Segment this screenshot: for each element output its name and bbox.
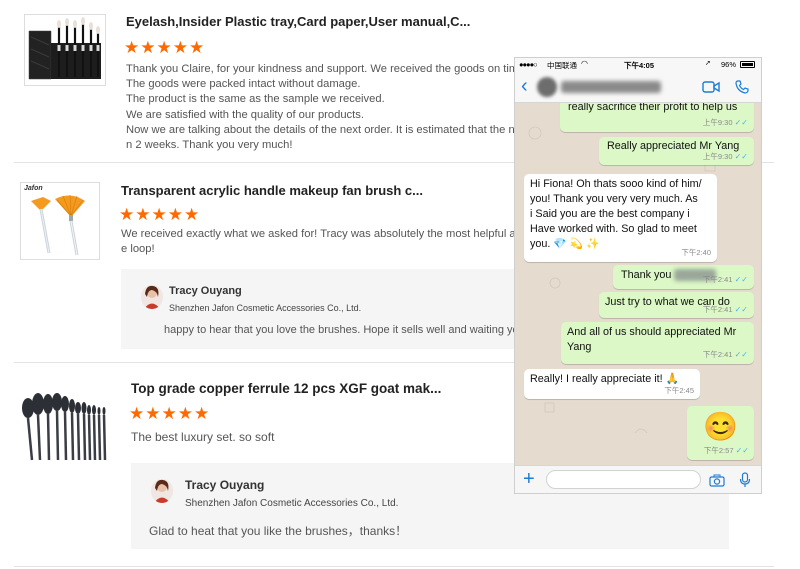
- outgoing-message[interactable]: Really appreciated Mr Yang 上午9:30 ✓✓: [599, 137, 754, 165]
- seller-company: Shenzhen Jafon Cosmetic Accessories Co.,…: [185, 498, 399, 509]
- message-time: 上午9:30 ✓✓: [702, 118, 748, 127]
- review-line: n 2 weeks. Thank you very much!: [126, 139, 293, 152]
- message-line: Have worked with. So glad to meet: [530, 223, 697, 235]
- seller-name: Tracy Ouyang: [169, 285, 242, 297]
- wifi-icon: ◠: [581, 59, 588, 68]
- product-thumbnail-eyelash-kit[interactable]: [24, 14, 106, 86]
- outgoing-message[interactable]: And all of us should appreciated Mr Yang…: [561, 322, 754, 364]
- back-chevron-icon[interactable]: ‹: [521, 75, 528, 98]
- review-line: e loop!: [121, 243, 155, 256]
- review-text: We received exactly what we asked for! T…: [121, 227, 537, 257]
- battery-level: 96%: [721, 60, 737, 69]
- message-time: 下午2:40: [681, 248, 711, 257]
- review-product-title[interactable]: Eyelash,Insider Plastic tray,Card paper,…: [126, 14, 470, 29]
- clock: 下午4:05: [624, 61, 655, 70]
- review-text: The best luxury set. so soft: [131, 430, 275, 444]
- message-time: 下午2:41 ✓✓: [702, 275, 748, 284]
- rating-stars: ★★★★★: [124, 38, 206, 57]
- phone-call-icon[interactable]: [735, 80, 749, 94]
- brush-set-image: [22, 393, 107, 461]
- incoming-message[interactable]: Really! I really appreciate it! 🙏 下午2:45: [524, 369, 700, 399]
- seller-reply-text: Glad to heat that you like the brushes，t…: [149, 524, 408, 538]
- chat-header: ‹: [515, 72, 761, 103]
- video-call-icon[interactable]: [702, 81, 720, 93]
- review-line: The goods were packed intact without dam…: [126, 78, 361, 91]
- microphone-icon[interactable]: [739, 472, 751, 488]
- message-input-bar: +: [515, 465, 761, 493]
- read-ticks-icon: ✓✓: [734, 305, 748, 314]
- message-input[interactable]: [546, 470, 701, 489]
- chat-messages[interactable]: really sacrifice their profit to help us…: [515, 103, 761, 465]
- read-ticks-icon: ✓✓: [735, 446, 749, 455]
- incoming-message[interactable]: Hi Fiona! Oh thats sooo kind of him/ you…: [524, 174, 717, 262]
- phone-status-bar: ●●●●○ 中国联通 ◠ 下午4:05 ➚ 96%: [515, 58, 761, 72]
- review-product-title[interactable]: Top grade copper ferrule 12 pcs XGF goat…: [131, 381, 441, 396]
- read-ticks-icon: ✓✓: [734, 350, 748, 359]
- read-ticks-icon: ✓✓: [734, 152, 748, 161]
- message-line: i Said you are the best company i: [530, 208, 690, 220]
- message-text: really sacrifice their profit to help us: [568, 103, 738, 113]
- message-time: 下午2:45: [664, 386, 694, 395]
- rating-stars: ★★★★★: [129, 404, 211, 423]
- message-time: 上午9:30 ✓✓: [702, 152, 748, 161]
- camera-icon[interactable]: [709, 474, 725, 487]
- message-line: And all of us should appreciated Mr: [567, 326, 737, 338]
- seller-avatar: [151, 479, 173, 503]
- outgoing-message[interactable]: Thank you 下午2:41 ✓✓: [613, 265, 754, 289]
- plus-icon[interactable]: +: [523, 468, 535, 491]
- fan-brush-image: [31, 194, 85, 256]
- seller-name: Tracy Ouyang: [185, 478, 265, 492]
- review-divider: [14, 566, 774, 567]
- contact-avatar[interactable]: [537, 77, 557, 97]
- location-icon: ➚: [705, 60, 711, 67]
- review-text: Thank you Claire, for your kindness and …: [126, 62, 519, 153]
- message-line: you! Thank you very very much. As: [530, 193, 698, 205]
- brush-kit-image: [28, 17, 101, 80]
- message-text: Really! I really appreciate it! 🙏: [530, 373, 680, 385]
- message-line: Hi Fiona! Oh thats sooo kind of him/: [530, 178, 702, 190]
- message-time: 下午2:41 ✓✓: [702, 305, 748, 314]
- whatsapp-chat-screenshot: ●●●●○ 中国联通 ◠ 下午4:05 ➚ 96% ‹ really sacri…: [514, 57, 762, 494]
- jafon-logo: Jafon: [24, 185, 43, 192]
- message-time: 下午2:57 ✓✓: [703, 446, 749, 455]
- product-thumbnail-copper-brush-set[interactable]: [20, 368, 108, 466]
- product-thumbnail-fan-brush[interactable]: Jafon: [20, 182, 100, 260]
- battery-icon: [740, 61, 755, 68]
- seller-reply: Tracy Ouyang Shenzhen Jafon Cosmetic Acc…: [121, 269, 531, 349]
- review-line: The product is the same as the sample we…: [126, 93, 385, 106]
- smiley-emoji: 😊: [703, 411, 738, 442]
- carrier-name: 中国联通: [547, 61, 577, 70]
- seller-avatar: [141, 285, 163, 309]
- review-line: Thank you Claire, for your kindness and …: [126, 63, 519, 75]
- message-time: 下午2:41 ✓✓: [702, 350, 748, 359]
- message-text: Thank you: [621, 269, 672, 281]
- review-line: We received exactly what we asked for! T…: [121, 228, 537, 240]
- seller-reply-text: happy to hear that you love the brushes.…: [164, 324, 529, 336]
- outgoing-message[interactable]: really sacrifice their profit to help us…: [560, 103, 754, 132]
- signal-icon: ●●●●○: [519, 60, 538, 69]
- seller-company: Shenzhen Jafon Cosmetic Accessories Co.,…: [169, 303, 362, 313]
- contact-name-redacted[interactable]: [561, 81, 661, 93]
- read-ticks-icon: ✓✓: [734, 275, 748, 284]
- read-ticks-icon: ✓✓: [734, 118, 748, 127]
- outgoing-message[interactable]: 😊 下午2:57 ✓✓: [687, 406, 754, 460]
- outgoing-message[interactable]: Just try to what we can do 下午2:41 ✓✓: [599, 292, 754, 318]
- review-line: We are satisfied with the quality of our…: [126, 108, 364, 121]
- rating-stars: ★★★★★: [119, 205, 201, 224]
- review-line: Now we are talking about the details of …: [126, 123, 515, 136]
- review-divider: [14, 362, 514, 363]
- review-product-title[interactable]: Transparent acrylic handle makeup fan br…: [121, 183, 423, 198]
